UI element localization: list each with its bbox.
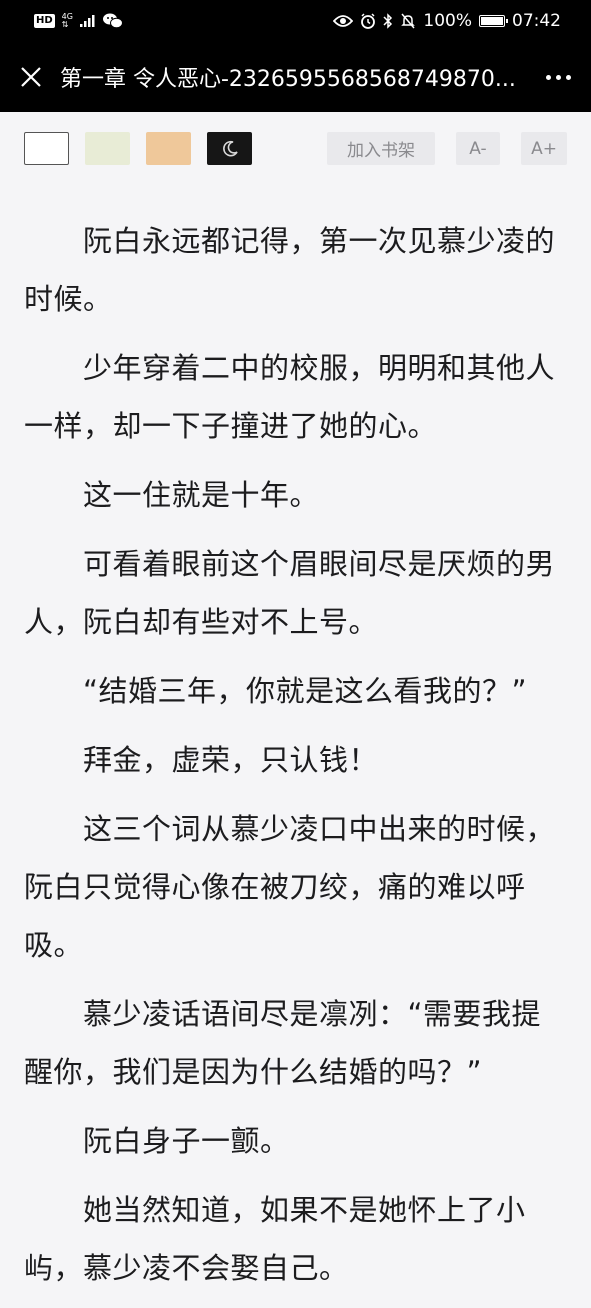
paragraph: 拜金，虚荣，只认钱！ [83,743,379,777]
font-larger-button[interactable]: A+ [521,132,567,165]
status-bar: HD 4G ⇅ 100% 07:42 [0,0,591,42]
hd-badge: HD [34,14,55,28]
reader-toolbar: 加入书架 A- A+ [0,112,591,190]
title-bar: 第一章 令人恶心-2326595568568749870... [0,42,591,112]
paragraph: 这三个词从慕少凌口中出来的时候，阮白只觉得心像在被刀绞，痛的难以呼吸。 [24,812,556,962]
wechat-icon [102,13,123,29]
status-right: 100% 07:42 [333,11,561,31]
paragraph: “结婚三年，你就是这么看我的？” [83,674,528,708]
alarm-icon [361,13,376,29]
paragraph: 这一住就是十年。 [83,478,320,512]
paragraph: 少年穿着二中的校服，明明和其他人一样，却一下子撞进了她的心。 [24,351,556,443]
eye-icon [333,15,354,27]
status-left: HD 4G ⇅ [34,13,123,29]
paragraph: 慕少凌话语间尽是凛冽：“需要我提醒你，我们是因为什么结婚的吗？” [24,997,542,1089]
moon-icon [222,140,238,156]
paragraph: 阮白永远都记得，第一次见慕少凌的时候。 [24,224,556,316]
battery-icon [479,15,508,27]
mute-bell-icon [401,13,416,29]
battery-percent: 100% [423,11,472,31]
clock: 07:42 [512,11,561,31]
more-dot-icon [546,74,551,80]
theme-tan-button[interactable] [146,132,191,165]
more-dot-icon [566,74,571,80]
chapter-title: 第一章 令人恶心-2326595568568749870... [60,67,516,92]
font-smaller-button[interactable]: A- [456,132,500,165]
bluetooth-icon [383,13,393,29]
theme-night-button[interactable] [207,132,252,165]
network-indicator: 4G ⇅ [62,13,73,29]
close-icon [21,67,41,87]
add-to-shelf-button[interactable]: 加入书架 [327,132,435,165]
paragraph: 阮白身子一颤。 [83,1124,290,1158]
theme-white-button[interactable] [24,132,69,165]
close-button[interactable] [18,64,44,90]
chapter-content: 阮白永远都记得，第一次见慕少凌的时候。 少年穿着二中的校服，明明和其他人一样，却… [24,212,567,1308]
more-dot-icon [556,74,561,80]
network-activity: ⇅ [61,20,69,29]
signal-icon [79,15,95,27]
theme-green-button[interactable] [85,132,130,165]
paragraph: 可看着眼前这个眉眼间尽是厌烦的男人，阮白却有些对不上号。 [24,547,556,639]
more-options-button[interactable] [531,74,571,80]
